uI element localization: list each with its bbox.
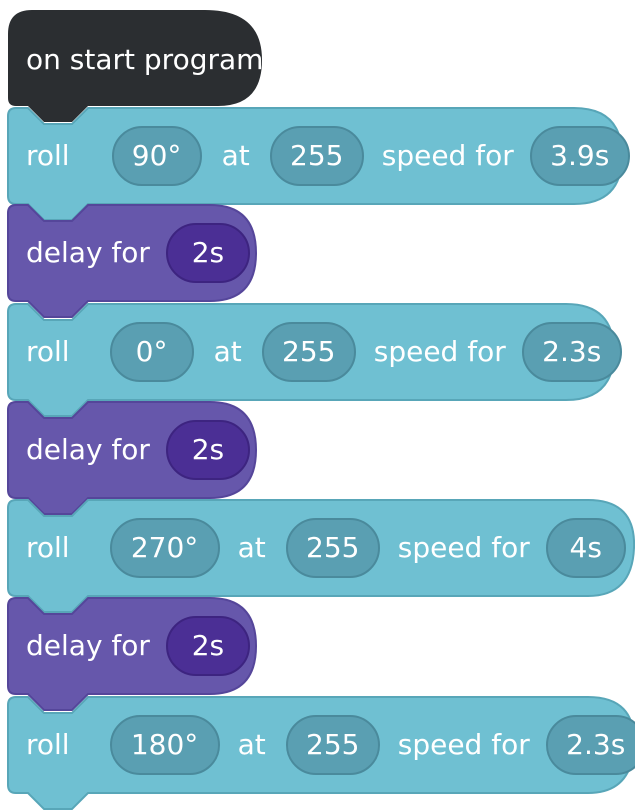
delay-label: delay for	[26, 433, 150, 466]
heading-input[interactable]: 90°	[111, 126, 202, 186]
speed-for-label: speed for	[397, 531, 530, 564]
speed-for-label: speed for	[373, 335, 506, 368]
delay-block[interactable]: delay for 2s	[26, 616, 250, 676]
roll-label: roll	[26, 335, 70, 368]
roll-block[interactable]: roll 270° at 255 speed for 4s	[26, 518, 626, 578]
heading-input[interactable]: 180°	[109, 715, 220, 775]
roll-block[interactable]: roll 180° at 255 speed for 2.3s	[26, 715, 635, 775]
roll-label: roll	[26, 531, 70, 564]
duration-input[interactable]: 4s	[545, 518, 626, 578]
delay-duration-input[interactable]: 2s	[165, 420, 250, 480]
delay-block[interactable]: delay for 2s	[26, 223, 250, 283]
duration-input[interactable]: 2.3s	[521, 322, 622, 382]
at-label: at	[221, 139, 250, 172]
at-label: at	[213, 335, 242, 368]
delay-duration-input[interactable]: 2s	[165, 223, 250, 283]
start-block-label: on start program	[26, 43, 264, 76]
delay-block[interactable]: delay for 2s	[26, 420, 250, 480]
at-label: at	[237, 531, 266, 564]
roll-label: roll	[26, 728, 70, 761]
heading-input[interactable]: 0°	[109, 322, 194, 382]
delay-label: delay for	[26, 236, 150, 269]
duration-input[interactable]: 3.9s	[529, 126, 630, 186]
roll-label: roll	[26, 139, 70, 172]
delay-label: delay for	[26, 629, 150, 662]
speed-input[interactable]: 255	[269, 126, 364, 186]
roll-block[interactable]: roll 90° at 255 speed for 3.9s	[26, 126, 630, 186]
duration-input[interactable]: 2.3s	[545, 715, 635, 775]
delay-duration-input[interactable]: 2s	[165, 616, 250, 676]
at-label: at	[237, 728, 266, 761]
heading-input[interactable]: 270°	[109, 518, 220, 578]
speed-input[interactable]: 255	[285, 715, 380, 775]
block-shapes	[7, 10, 635, 810]
speed-input[interactable]: 255	[261, 322, 356, 382]
roll-block[interactable]: roll 0° at 255 speed for 2.3s	[26, 322, 622, 382]
speed-for-label: speed for	[397, 728, 530, 761]
speed-input[interactable]: 255	[285, 518, 380, 578]
speed-for-label: speed for	[381, 139, 514, 172]
block-canvas: on start program roll 90° at 255 speed f…	[0, 0, 635, 811]
